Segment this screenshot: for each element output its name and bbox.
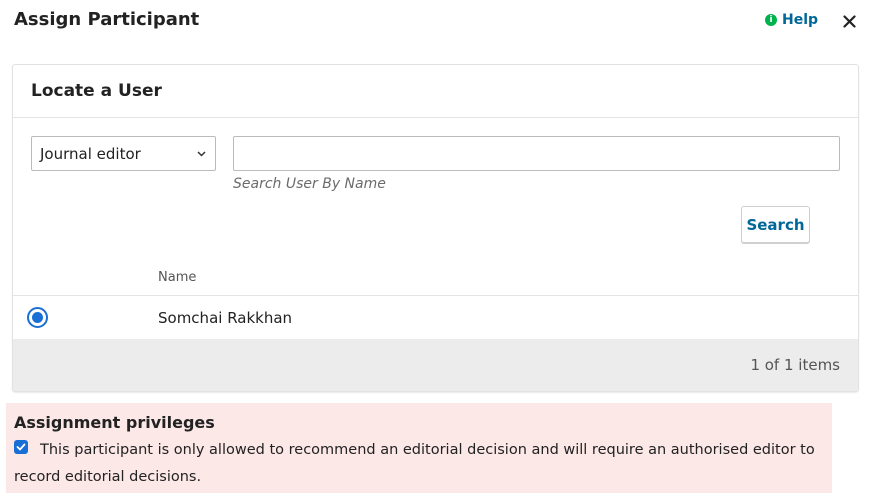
help-label: Help: [782, 12, 819, 28]
locate-user-panel: Locate a User Journal editor Search User…: [13, 65, 858, 391]
close-icon: [842, 14, 856, 28]
help-link[interactable]: i Help: [765, 12, 818, 28]
radio-checked-dot: [32, 312, 43, 323]
role-select-value: Journal editor: [40, 144, 141, 163]
privileges-title: Assignment privileges: [14, 413, 215, 432]
modal-title: Assign Participant: [14, 9, 200, 30]
assignment-privileges: Assignment privileges This participant i…: [6, 403, 832, 493]
search-button[interactable]: Search: [741, 206, 810, 243]
privileges-description: This participant is only allowed to reco…: [14, 442, 815, 485]
column-header-name: Name: [158, 270, 197, 285]
user-radio[interactable]: [27, 307, 48, 328]
search-input[interactable]: [233, 136, 840, 171]
modal-header: Assign Participant i Help: [0, 0, 872, 44]
panel-header: Locate a User: [13, 65, 858, 118]
search-hint: Search User By Name: [233, 176, 386, 192]
user-name: Somchai Rakkhan: [158, 309, 293, 327]
table-pager: 1 of 1 items: [13, 339, 858, 391]
info-icon: i: [765, 14, 777, 26]
panel-title: Locate a User: [31, 81, 162, 101]
close-button[interactable]: [838, 10, 860, 32]
pager-count: 1 of 1 items: [750, 356, 840, 374]
table-row[interactable]: Somchai Rakkhan: [13, 295, 858, 339]
role-select[interactable]: Journal editor: [31, 136, 216, 171]
chevron-down-icon: [197, 151, 206, 157]
